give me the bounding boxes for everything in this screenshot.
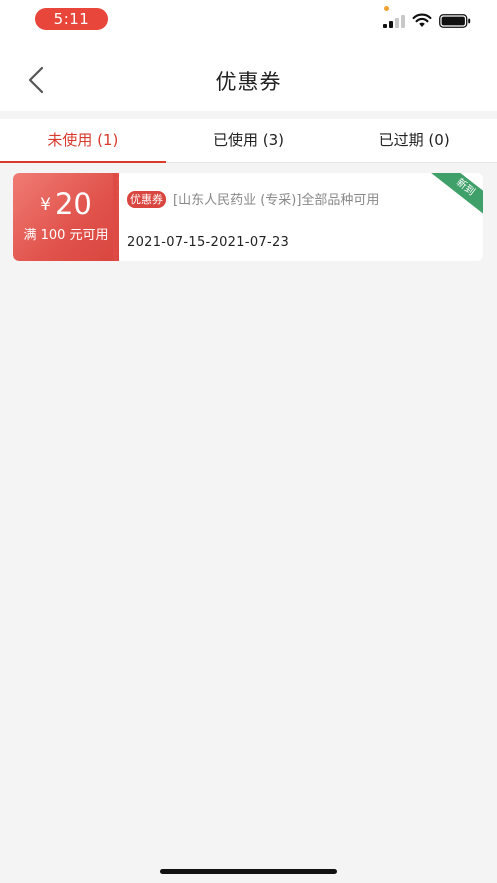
status-bar: 5:11 <box>0 0 497 44</box>
new-ribbon: 新到 <box>427 173 483 220</box>
coupon-threshold: 满 100 元可用 <box>23 228 109 243</box>
navigation-bar: 优惠券 <box>0 44 497 111</box>
coupon-page: 5:11 优惠券 未使用 (1) 已使用 (3) 已过期 (0) ¥ 20 满 … <box>0 0 497 883</box>
signal-icon <box>383 14 405 28</box>
tab-expired[interactable]: 已过期 (0) <box>331 119 497 162</box>
coupon-amount: ¥20 <box>13 187 119 221</box>
coupon-validity-dates: 2021-07-15-2021-07-23 <box>127 235 290 250</box>
wifi-icon <box>412 13 432 27</box>
coupon-value-panel: ¥20 满 100 元可用 <box>13 173 119 261</box>
currency-symbol: ¥ <box>40 195 51 215</box>
battery-icon <box>439 14 471 28</box>
coupon-amount-value: 20 <box>54 187 92 221</box>
tab-unused[interactable]: 未使用 (1) <box>0 119 166 163</box>
coupon-card[interactable]: ¥20 满 100 元可用 优惠券 [山东人民药业 (专采)]全部品种可用 20… <box>13 173 483 261</box>
tab-used[interactable]: 已使用 (3) <box>166 119 332 162</box>
privacy-indicator-dot <box>384 6 389 11</box>
coupon-serrated-edge <box>113 173 119 261</box>
status-time: 5:11 <box>35 8 108 30</box>
coupon-description: [山东人民药业 (专采)]全部品种可用 <box>173 193 380 208</box>
tab-bar: 未使用 (1) 已使用 (3) 已过期 (0) <box>0 119 497 163</box>
home-indicator <box>160 869 337 874</box>
page-title: 优惠券 <box>215 70 282 94</box>
coupon-type-badge: 优惠券 <box>127 191 166 208</box>
